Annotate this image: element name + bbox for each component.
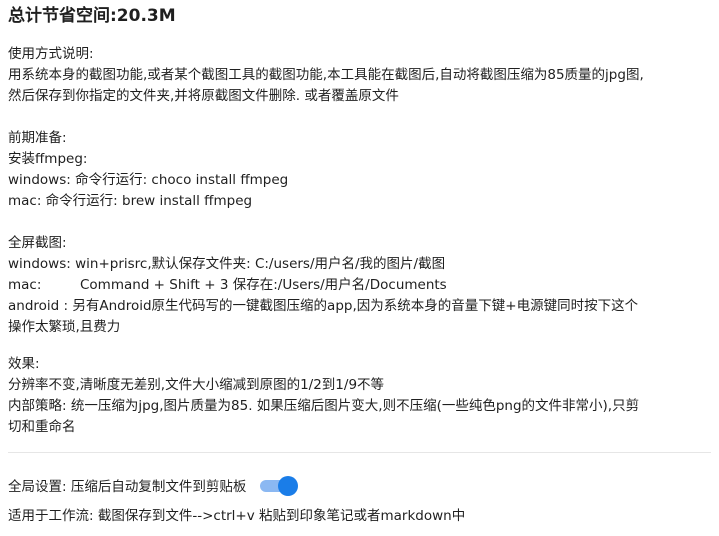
auto-copy-setting: 全局设置: 压缩后自动复制文件到剪贴板 <box>8 474 299 496</box>
effect-line-2: 内部策略: 统一压缩为jpg,图片质量为85. 如果压缩后图片变大,则不压缩(一… <box>8 398 640 414</box>
effect-line-3: 切和重命名 <box>8 419 76 435</box>
auto-copy-toggle[interactable] <box>260 475 299 496</box>
prep-windows-command: windows: 命令行运行: choco install ffmpeg <box>8 172 289 188</box>
prep-section: 前期准备: 安装ffmpeg: windows: 命令行运行: choco in… <box>8 128 711 212</box>
effect-section: 效果: 分辨率不变,清晰度无差别,文件大小缩减到原图的1/2到1/9不等 内部策… <box>8 354 711 438</box>
usage-text-line-1: 用系统本身的截图功能,或者某个截图工具的截图功能,本工具能在截图后,自动将截图压… <box>8 67 644 83</box>
prep-install: 安装ffmpeg: <box>8 151 88 167</box>
screenshot-android-line-2: 操作太繁琐,且费力 <box>8 319 121 335</box>
usage-heading: 使用方式说明: <box>8 46 94 62</box>
page-title: 总计节省空间:20.3M <box>8 6 176 26</box>
usage-section: 使用方式说明: 用系统本身的截图功能,或者某个截图工具的截图功能,本工具能在截图… <box>8 44 711 107</box>
screenshot-heading: 全屏截图: <box>8 235 67 251</box>
effect-heading: 效果: <box>8 356 40 372</box>
workflow-text: 适用于工作流: 截图保存到文件-->ctrl+v 粘贴到印象笔记或者markdo… <box>8 508 466 524</box>
toggle-knob <box>278 475 299 496</box>
screenshot-section: 全屏截图: windows: win+prisrc,默认保存文件夹: C:/us… <box>8 233 711 338</box>
effect-line-1: 分辨率不变,清晰度无差别,文件大小缩减到原图的1/2到1/9不等 <box>8 377 385 393</box>
screenshot-mac-label: mac: <box>8 277 42 293</box>
screenshot-windows: windows: win+prisrc,默认保存文件夹: C:/users/用户… <box>8 256 446 272</box>
auto-copy-label: 全局设置: 压缩后自动复制文件到剪贴板 <box>8 479 247 495</box>
prep-heading: 前期准备: <box>8 130 67 146</box>
screenshot-mac: mac: Command + Shift + 3 保存在:/Users/用户名/D… <box>8 275 711 296</box>
screenshot-mac-value: Command + Shift + 3 保存在:/Users/用户名/Docum… <box>80 277 447 293</box>
screenshot-android-line-1: android : 另有Android原生代码写的一键截图压缩的app,因为系统… <box>8 298 639 314</box>
usage-text-line-2: 然后保存到你指定的文件夹,并将原截图文件删除. 或者覆盖原文件 <box>8 88 399 104</box>
prep-mac-command: mac: 命令行运行: brew install ffmpeg <box>8 193 253 209</box>
section-divider <box>8 452 711 453</box>
